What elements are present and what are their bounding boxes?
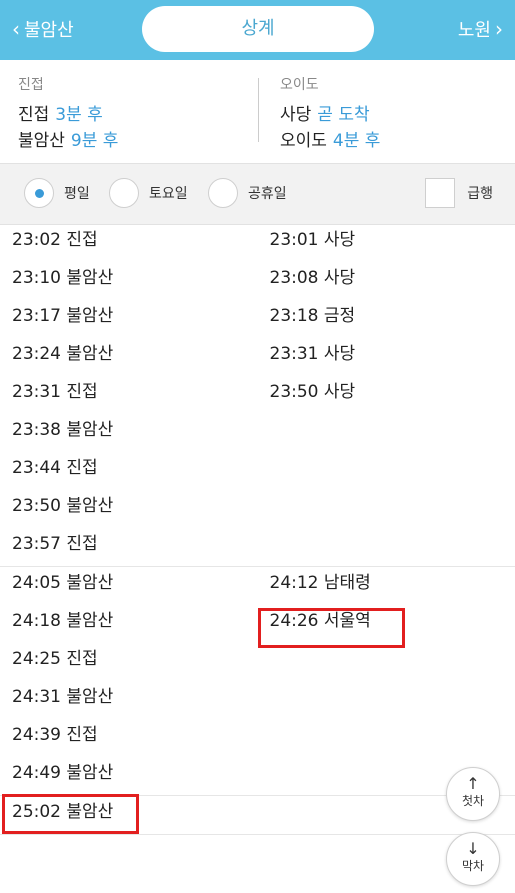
chevron-right-icon: › (495, 17, 503, 41)
train-entry: 23:57 진접 (12, 534, 98, 554)
train-entry: 23:17 불암산 (12, 306, 114, 326)
arrival-direction-left: 진접 진접 3분 후 불암산 9분 후 (18, 74, 118, 154)
arrival-time: 4분 후 (332, 131, 381, 151)
timetable-column-right: 23:01 사당 23:08 사당 23:18 금정 23:31 사당 23:5… (258, 224, 515, 566)
radio-selected-dot (35, 189, 44, 198)
arrival-row: 오이도 4분 후 (280, 128, 380, 154)
prev-station-label: 불암산 (24, 20, 74, 41)
train-entry: 23:31 진접 (12, 382, 98, 402)
first-train-button[interactable]: ↑ 첫차 (446, 767, 500, 821)
next-station-button[interactable]: 노원 › (458, 16, 507, 44)
arrival-row: 사당 곧 도착 (280, 102, 380, 128)
direction-label: 진접 (18, 77, 44, 93)
train-entry: 24:49 불암산 (12, 763, 114, 783)
last-train-button[interactable]: ↓ 막차 (446, 832, 500, 886)
holiday-label: 공휴일 (248, 186, 287, 202)
arrival-time: 3분 후 (55, 105, 103, 125)
arrival-destination: 오이도 (280, 131, 327, 151)
hour-block-24: 24:05 불암산 24:18 불암산 24:25 진접 24:31 불암산 2… (0, 567, 515, 796)
train-entry: 24:18 불암산 (12, 611, 114, 631)
holiday-radio[interactable]: 공휴일 (208, 178, 287, 208)
arrival-info-panel: 진접 진접 3분 후 불암산 9분 후 오이도 사당 곧 도착 오이도 4분 후 (0, 60, 515, 163)
radio-circle (208, 178, 238, 208)
arrival-row: 진접 3분 후 (18, 102, 118, 128)
train-entry: 23:50 사당 (269, 382, 356, 402)
weekday-label: 평일 (64, 186, 90, 202)
hour-block-25: 25:02 불암산 (0, 794, 515, 835)
train-entry: 23:01 사당 (269, 230, 356, 250)
arrival-time: 곧 도착 (317, 105, 370, 125)
weekday-radio[interactable]: 평일 (24, 178, 90, 208)
train-entry: 23:50 불암산 (12, 496, 114, 516)
arrival-destination: 사당 (280, 105, 312, 125)
timetable-column-left: 23:02 진접 23:10 불암산 23:17 불암산 23:24 불암산 2… (0, 224, 258, 566)
direction-label: 오이도 (280, 77, 319, 93)
timetable-column-right: 24:12 남태령 24:26 서울역 (258, 567, 515, 795)
train-entry: 24:31 불암산 (12, 687, 114, 707)
timetable-column-left: 24:05 불암산 24:18 불암산 24:25 진접 24:31 불암산 2… (0, 567, 258, 795)
train-entry: 23:18 금정 (269, 306, 356, 326)
train-entry: 23:31 사당 (269, 344, 356, 364)
divider (258, 78, 259, 142)
train-entry: 23:08 사당 (269, 268, 356, 288)
day-filter-bar: 평일 토요일 공휴일 급행 (0, 163, 515, 225)
last-train-label: 막차 (461, 859, 485, 873)
first-train-label: 첫차 (461, 794, 485, 808)
arrow-up-icon: ↑ (466, 774, 480, 793)
prev-station-button[interactable]: ‹ 불암산 (8, 16, 74, 44)
arrival-destination: 불암산 (18, 131, 65, 151)
arrival-destination: 진접 (18, 105, 50, 125)
saturday-radio[interactable]: 토요일 (109, 178, 188, 208)
next-station-label: 노원 (457, 20, 491, 41)
highlight-box (258, 608, 405, 648)
hour-block-23: 23:02 진접 23:10 불암산 23:17 불암산 23:24 불암산 2… (0, 224, 515, 567)
arrow-down-icon: ↓ (466, 839, 480, 858)
current-station-pill: 상계 (142, 6, 374, 52)
station-header: ‹ 불암산 상계 노원 › (0, 0, 515, 60)
train-entry: 24:05 불암산 (12, 573, 114, 593)
express-checkbox[interactable]: 급행 (425, 178, 493, 208)
train-entry: 24:25 진접 (12, 649, 98, 669)
chevron-left-icon: ‹ (12, 17, 20, 41)
train-entry: 23:10 불암산 (12, 268, 114, 288)
radio-circle (24, 178, 54, 208)
train-entry: 23:02 진접 (12, 230, 98, 250)
arrival-time: 9분 후 (70, 131, 119, 151)
express-label: 급행 (467, 186, 493, 202)
radio-circle (109, 178, 139, 208)
timetable-list[interactable]: 23:02 진접 23:10 불암산 23:17 불암산 23:24 불암산 2… (0, 224, 515, 893)
saturday-label: 토요일 (149, 186, 188, 202)
highlight-box (2, 794, 139, 834)
arrival-row: 불암산 9분 후 (18, 128, 118, 154)
train-entry: 23:44 진접 (12, 458, 98, 478)
train-entry: 23:38 불암산 (12, 420, 114, 440)
arrival-direction-right: 오이도 사당 곧 도착 오이도 4분 후 (280, 74, 380, 154)
train-entry: 24:12 남태령 (269, 573, 371, 593)
train-entry: 24:39 진접 (12, 725, 98, 745)
checkbox-box (425, 178, 456, 208)
train-entry: 23:24 불암산 (12, 344, 114, 364)
